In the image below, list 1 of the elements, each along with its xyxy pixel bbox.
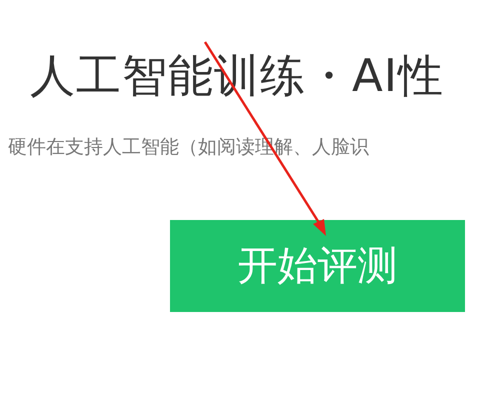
start-button[interactable]: 开始评测	[170, 220, 465, 312]
